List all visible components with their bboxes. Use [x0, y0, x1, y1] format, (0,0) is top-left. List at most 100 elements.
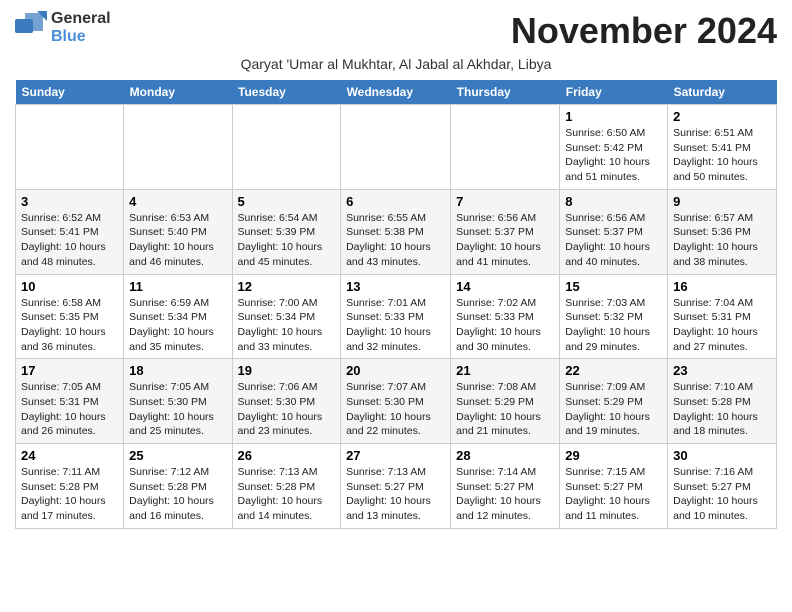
calendar-cell: 17 Sunrise: 7:05 AM Sunset: 5:31 PM Dayli… [16, 359, 124, 444]
day-info: Sunrise: 6:56 AM Sunset: 5:37 PM Dayligh… [456, 211, 554, 270]
calendar-cell [232, 105, 341, 190]
day-number: 1 [565, 109, 662, 124]
day-info: Sunrise: 7:12 AM Sunset: 5:28 PM Dayligh… [129, 465, 226, 524]
calendar-cell: 14Sunrise: 7:02 AM Sunset: 5:33 PM Dayli… [451, 274, 560, 359]
calendar-week-row: 1 Sunrise: 6:50 AM Sunset: 5:42 PM Daylig… [16, 105, 777, 190]
calendar-week-row: 10Sunrise: 6:58 AM Sunset: 5:35 PM Dayli… [16, 274, 777, 359]
day-number: 9 [673, 194, 771, 209]
day-number: 19 [238, 363, 336, 378]
calendar-week-row: 24 Sunrise: 7:11 AM Sunset: 5:28 PM Dayli… [16, 444, 777, 529]
calendar-cell: 8 Sunrise: 6:56 AM Sunset: 5:37 PM Daylig… [560, 189, 668, 274]
calendar-cell [341, 105, 451, 190]
day-info: Sunrise: 6:55 AM Sunset: 5:38 PM Dayligh… [346, 211, 445, 270]
day-number: 27 [346, 448, 445, 463]
day-number: 26 [238, 448, 336, 463]
calendar-cell: 5Sunrise: 6:54 AM Sunset: 5:39 PM Daylig… [232, 189, 341, 274]
day-info: Sunrise: 7:14 AM Sunset: 5:27 PM Dayligh… [456, 465, 554, 524]
day-number: 28 [456, 448, 554, 463]
calendar-cell [124, 105, 232, 190]
day-number: 7 [456, 194, 554, 209]
subtitle: Qaryat 'Umar al Mukhtar, Al Jabal al Akh… [15, 56, 777, 72]
calendar-cell: 12 Sunrise: 7:00 AM Sunset: 5:34 PM Dayli… [232, 274, 341, 359]
day-number: 4 [129, 194, 226, 209]
day-number: 21 [456, 363, 554, 378]
day-number: 13 [346, 279, 445, 294]
calendar-cell: 1 Sunrise: 6:50 AM Sunset: 5:42 PM Daylig… [560, 105, 668, 190]
day-number: 20 [346, 363, 445, 378]
calendar-cell: 19 Sunrise: 7:06 AM Sunset: 5:30 PM Dayli… [232, 359, 341, 444]
day-number: 30 [673, 448, 771, 463]
day-info: Sunrise: 6:52 AM Sunset: 5:41 PM Dayligh… [21, 211, 118, 270]
calendar-cell: 25 Sunrise: 7:12 AM Sunset: 5:28 PM Dayli… [124, 444, 232, 529]
calendar-cell: 9Sunrise: 6:57 AM Sunset: 5:36 PM Daylig… [668, 189, 777, 274]
day-info: Sunrise: 7:05 AM Sunset: 5:30 PM Dayligh… [129, 380, 226, 439]
day-info: Sunrise: 7:05 AM Sunset: 5:31 PM Dayligh… [21, 380, 118, 439]
calendar-week-row: 17 Sunrise: 7:05 AM Sunset: 5:31 PM Dayli… [16, 359, 777, 444]
day-info: Sunrise: 7:04 AM Sunset: 5:31 PM Dayligh… [673, 296, 771, 355]
day-of-week-header: Sunday [16, 80, 124, 105]
day-number: 22 [565, 363, 662, 378]
day-number: 8 [565, 194, 662, 209]
logo-icon [15, 11, 47, 44]
calendar-cell: 26Sunrise: 7:13 AM Sunset: 5:28 PM Dayli… [232, 444, 341, 529]
day-info: Sunrise: 7:13 AM Sunset: 5:27 PM Dayligh… [346, 465, 445, 524]
calendar-cell: 27 Sunrise: 7:13 AM Sunset: 5:27 PM Dayli… [341, 444, 451, 529]
calendar-cell: 29 Sunrise: 7:15 AM Sunset: 5:27 PM Dayli… [560, 444, 668, 529]
day-number: 2 [673, 109, 771, 124]
day-number: 16 [673, 279, 771, 294]
logo-general: General [51, 10, 111, 28]
day-number: 11 [129, 279, 226, 294]
day-number: 3 [21, 194, 118, 209]
calendar-header-row: SundayMondayTuesdayWednesdayThursdayFrid… [16, 80, 777, 105]
day-info: Sunrise: 6:59 AM Sunset: 5:34 PM Dayligh… [129, 296, 226, 355]
calendar-cell [451, 105, 560, 190]
day-number: 24 [21, 448, 118, 463]
calendar-week-row: 3 Sunrise: 6:52 AM Sunset: 5:41 PM Daylig… [16, 189, 777, 274]
day-info: Sunrise: 7:15 AM Sunset: 5:27 PM Dayligh… [565, 465, 662, 524]
month-title: November 2024 [511, 10, 777, 52]
calendar-cell: 11 Sunrise: 6:59 AM Sunset: 5:34 PM Dayli… [124, 274, 232, 359]
calendar-cell: 3 Sunrise: 6:52 AM Sunset: 5:41 PM Daylig… [16, 189, 124, 274]
day-info: Sunrise: 6:58 AM Sunset: 5:35 PM Dayligh… [21, 296, 118, 355]
day-of-week-header: Tuesday [232, 80, 341, 105]
calendar-cell: 20 Sunrise: 7:07 AM Sunset: 5:30 PM Dayli… [341, 359, 451, 444]
day-info: Sunrise: 7:11 AM Sunset: 5:28 PM Dayligh… [21, 465, 118, 524]
day-number: 29 [565, 448, 662, 463]
header-top: General Blue November 2024 [15, 10, 777, 52]
calendar-cell: 21 Sunrise: 7:08 AM Sunset: 5:29 PM Dayli… [451, 359, 560, 444]
logo-blue: Blue [51, 28, 111, 46]
day-info: Sunrise: 7:00 AM Sunset: 5:34 PM Dayligh… [238, 296, 336, 355]
day-info: Sunrise: 6:54 AM Sunset: 5:39 PM Dayligh… [238, 211, 336, 270]
day-number: 12 [238, 279, 336, 294]
calendar-cell: 13 Sunrise: 7:01 AM Sunset: 5:33 PM Dayli… [341, 274, 451, 359]
calendar-cell: 4 Sunrise: 6:53 AM Sunset: 5:40 PM Daylig… [124, 189, 232, 274]
day-info: Sunrise: 7:07 AM Sunset: 5:30 PM Dayligh… [346, 380, 445, 439]
day-info: Sunrise: 7:08 AM Sunset: 5:29 PM Dayligh… [456, 380, 554, 439]
day-info: Sunrise: 7:06 AM Sunset: 5:30 PM Dayligh… [238, 380, 336, 439]
day-number: 6 [346, 194, 445, 209]
calendar-cell: 24 Sunrise: 7:11 AM Sunset: 5:28 PM Dayli… [16, 444, 124, 529]
calendar-cell: 10Sunrise: 6:58 AM Sunset: 5:35 PM Dayli… [16, 274, 124, 359]
day-info: Sunrise: 6:51 AM Sunset: 5:41 PM Dayligh… [673, 126, 771, 185]
day-info: Sunrise: 7:10 AM Sunset: 5:28 PM Dayligh… [673, 380, 771, 439]
day-of-week-header: Monday [124, 80, 232, 105]
day-number: 15 [565, 279, 662, 294]
calendar-cell: 18Sunrise: 7:05 AM Sunset: 5:30 PM Dayli… [124, 359, 232, 444]
day-info: Sunrise: 6:50 AM Sunset: 5:42 PM Dayligh… [565, 126, 662, 185]
calendar-cell: 22Sunrise: 7:09 AM Sunset: 5:29 PM Dayli… [560, 359, 668, 444]
day-number: 25 [129, 448, 226, 463]
calendar-cell: 7 Sunrise: 6:56 AM Sunset: 5:37 PM Daylig… [451, 189, 560, 274]
calendar-cell: 23Sunrise: 7:10 AM Sunset: 5:28 PM Dayli… [668, 359, 777, 444]
day-of-week-header: Wednesday [341, 80, 451, 105]
day-number: 17 [21, 363, 118, 378]
day-of-week-header: Thursday [451, 80, 560, 105]
day-of-week-header: Friday [560, 80, 668, 105]
logo: General Blue [15, 10, 111, 45]
calendar-cell: 2 Sunrise: 6:51 AM Sunset: 5:41 PM Daylig… [668, 105, 777, 190]
calendar-cell: 30Sunrise: 7:16 AM Sunset: 5:27 PM Dayli… [668, 444, 777, 529]
day-info: Sunrise: 6:56 AM Sunset: 5:37 PM Dayligh… [565, 211, 662, 270]
day-info: Sunrise: 6:53 AM Sunset: 5:40 PM Dayligh… [129, 211, 226, 270]
calendar-cell: 16 Sunrise: 7:04 AM Sunset: 5:31 PM Dayli… [668, 274, 777, 359]
calendar-table: SundayMondayTuesdayWednesdayThursdayFrid… [15, 80, 777, 529]
day-info: Sunrise: 7:01 AM Sunset: 5:33 PM Dayligh… [346, 296, 445, 355]
